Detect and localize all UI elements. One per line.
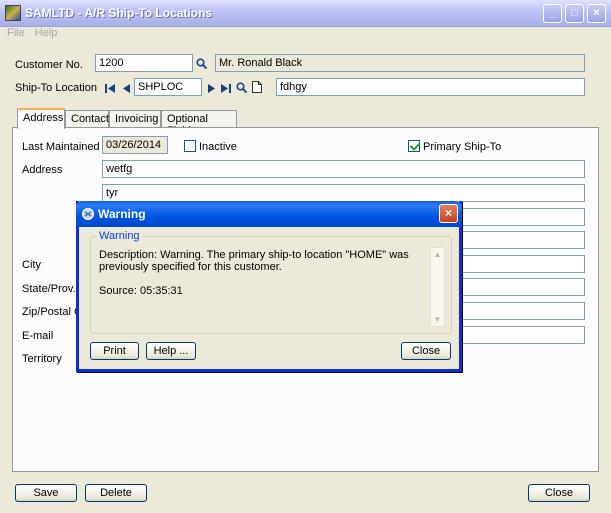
delete-button[interactable]: Delete [85,484,147,502]
warning-app-icon [81,207,95,221]
maximize-button[interactable]: □ [565,4,584,23]
primary-shipto-label: Primary Ship-To [423,141,502,153]
last-maintained-label: Last Maintained [22,141,100,153]
city-label: City [22,259,41,271]
primary-shipto-checkbox[interactable] [408,140,420,152]
dialog-close-x-button[interactable]: × [439,204,458,223]
shipto-code-input[interactable]: SHPLOC [134,78,202,96]
tab-contact[interactable]: Contact [65,110,109,128]
warning-group-box: Warning Description: Warning. The primar… [90,230,452,334]
message-scrollbar[interactable]: ▲ ▼ [430,247,445,327]
last-record-icon[interactable] [220,81,232,95]
shipto-description-input[interactable]: fdhgy [276,78,585,96]
customer-no-input[interactable]: 1200 [95,54,193,72]
email-label: E-mail [22,330,54,342]
dialog-print-button[interactable]: Print [90,342,139,360]
menu-bar: File Help [0,27,611,42]
dialog-help-button[interactable]: Help ... [146,342,196,360]
previous-record-icon[interactable] [120,81,132,95]
message-source: Source: 05:35:31 [99,285,183,297]
address-label: Address [22,164,63,176]
address-line-1-input[interactable]: wetfg [102,160,585,178]
scroll-up-icon[interactable]: ▲ [431,248,444,261]
close-button[interactable]: Close [528,484,590,502]
tab-optional-fields[interactable]: Optional Fields [161,110,237,137]
main-window: SAMLTD - A/R Ship-To Locations _ □ × Fil… [0,0,611,513]
app-icon [5,5,21,21]
shipto-finder-search-icon[interactable] [235,80,247,94]
menu-help[interactable]: Help [35,27,58,39]
tab-address[interactable]: Address [17,108,65,129]
menu-file[interactable]: File [7,27,25,39]
customer-label: Customer No. [15,59,83,71]
dialog-title-bar[interactable]: Warning × [76,201,462,227]
message-description: Description: Warning. The primary ship-t… [99,249,409,273]
customer-finder-search-icon[interactable] [195,56,207,70]
next-record-icon[interactable] [205,81,217,95]
message-area: Description: Warning. The primary ship-t… [99,249,419,297]
window-title: SAMLTD - A/R Ship-To Locations [25,6,213,20]
new-document-icon[interactable] [251,80,263,94]
close-window-button[interactable]: × [587,4,606,23]
inactive-label: Inactive [199,141,237,153]
dialog-title: Warning [98,207,146,221]
inactive-checkbox[interactable] [184,140,196,152]
warning-group-label: Warning [97,230,142,242]
last-maintained-field: 03/26/2014 [102,136,168,154]
scroll-down-icon[interactable]: ▼ [431,313,444,326]
save-button[interactable]: Save [15,484,77,502]
minimize-button[interactable]: _ [543,4,562,23]
tab-invoicing[interactable]: Invoicing [109,110,161,128]
warning-dialog: Warning × Warning Description: Warning. … [76,201,462,372]
territory-label: Territory [22,353,62,365]
first-record-icon[interactable] [104,81,116,95]
dialog-close-button[interactable]: Close [401,342,451,360]
title-bar[interactable]: SAMLTD - A/R Ship-To Locations _ □ × [0,0,611,27]
address-line-2-input[interactable]: tyr [102,184,585,202]
customer-name-field: Mr. Ronald Black [215,54,585,72]
shipto-label: Ship-To Location [15,82,97,94]
state-label: State/Prov. [22,283,76,295]
